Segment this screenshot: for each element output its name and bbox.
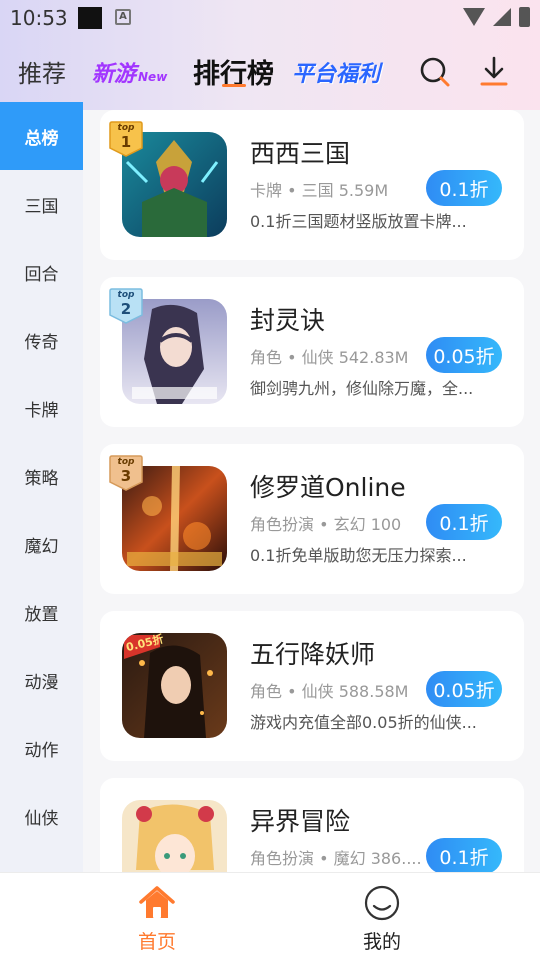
bottom-nav-home-label: 首页 bbox=[137, 931, 176, 953]
game-card[interactable]: 0.05折 五行降妖师 角色 • 仙侠 588.58M 游戏内充值全部0.05折… bbox=[100, 611, 524, 761]
game-name: 修罗道Online bbox=[250, 473, 406, 502]
sidebar-item-anime[interactable]: 动漫 bbox=[0, 646, 83, 714]
notification-a-icon: A bbox=[115, 9, 131, 25]
sidebar-item-idle[interactable]: 放置 bbox=[0, 578, 83, 646]
game-card[interactable]: top 2 封灵诀 角色 • 仙侠 542.83M 御剑骋九州，修仙除万魔，全.… bbox=[100, 277, 524, 427]
game-card[interactable]: top 1 西西三国 卡牌 • 三国 5.59M 0.1折三国题材竖版放置卡牌.… bbox=[100, 110, 524, 260]
status-time: 10:53 bbox=[10, 6, 68, 30]
rank-number: 2 bbox=[120, 300, 132, 318]
sidebar-item-fantasy[interactable]: 魔幻 bbox=[0, 510, 83, 578]
download-icon[interactable] bbox=[474, 52, 514, 92]
rank-badge: top 1 bbox=[108, 120, 144, 158]
bottom-nav: 首页 我的 bbox=[0, 872, 540, 960]
discount-button[interactable]: 0.05折 bbox=[426, 671, 502, 707]
sidebar-item-xianxia[interactable]: 仙侠 bbox=[0, 782, 83, 850]
home-icon bbox=[139, 886, 175, 918]
sidebar-item-action[interactable]: 动作 bbox=[0, 714, 83, 782]
game-card[interactable]: 异界冒险 角色扮演 • 魔幻 386.... 0.1折 bbox=[100, 778, 524, 872]
tab-new-games[interactable]: 新游 New bbox=[92, 56, 167, 88]
discount-button[interactable]: 0.1折 bbox=[426, 838, 502, 872]
game-card[interactable]: top 3 修罗道Online 角色扮演 • 玄幻 100 0.1折免单版助您无… bbox=[100, 444, 524, 594]
rank-badge: top 3 bbox=[108, 454, 144, 492]
status-icons bbox=[463, 7, 530, 27]
tab-recommend[interactable]: 推荐 bbox=[18, 54, 66, 89]
sidebar-item-strategy[interactable]: 策略 bbox=[0, 442, 83, 510]
game-list: top 1 西西三国 卡牌 • 三国 5.59M 0.1折三国题材竖版放置卡牌.… bbox=[100, 110, 524, 872]
rank-number: 3 bbox=[120, 467, 132, 485]
signal-icon bbox=[493, 8, 511, 26]
bottom-nav-home[interactable]: 首页 bbox=[97, 883, 217, 954]
discount-button[interactable]: 0.1折 bbox=[426, 170, 502, 206]
game-description: 0.1折三国题材竖版放置卡牌... bbox=[250, 212, 467, 231]
sidebar-item-turn-based[interactable]: 回合 bbox=[0, 238, 83, 306]
tab-new-games-label: 新游 bbox=[92, 62, 137, 87]
bottom-nav-profile[interactable]: 我的 bbox=[322, 883, 442, 954]
tab-platform-welfare[interactable]: 平台福利 bbox=[292, 56, 380, 88]
game-icon[interactable]: 0.05折 bbox=[122, 633, 227, 738]
category-sidebar: 总榜 三国 回合 传奇 卡牌 策略 魔幻 放置 动漫 动作 仙侠 bbox=[0, 102, 83, 872]
game-description: 御剑骋九州，修仙除万魔，全... bbox=[250, 379, 474, 398]
game-name: 五行降妖师 bbox=[250, 640, 376, 669]
rank-top-label: top bbox=[117, 123, 135, 133]
game-name: 异界冒险 bbox=[250, 807, 351, 836]
game-description: 游戏内充值全部0.05折的仙侠... bbox=[250, 713, 477, 732]
game-name: 西西三国 bbox=[250, 139, 351, 168]
game-icon[interactable] bbox=[122, 800, 227, 872]
sidebar-item-total[interactable]: 总榜 bbox=[0, 102, 83, 170]
discount-button[interactable]: 0.1折 bbox=[426, 504, 502, 540]
bottom-nav-profile-label: 我的 bbox=[362, 931, 401, 953]
sidebar-item-legend[interactable]: 传奇 bbox=[0, 306, 83, 374]
status-bar: 10:53 A bbox=[0, 0, 540, 36]
smile-icon bbox=[364, 885, 400, 921]
wifi-icon bbox=[463, 8, 485, 26]
game-name: 封灵诀 bbox=[250, 306, 326, 335]
notification-square-icon bbox=[78, 7, 102, 29]
tab-new-games-sup: New bbox=[138, 70, 168, 84]
discount-button[interactable]: 0.05折 bbox=[426, 337, 502, 373]
rank-number: 1 bbox=[120, 133, 132, 151]
game-description: 0.1折免单版助您无压力探索... bbox=[250, 546, 467, 565]
rank-badge: top 2 bbox=[108, 287, 144, 325]
tab-ranking-underline bbox=[222, 84, 246, 87]
rank-top-label: top bbox=[117, 290, 135, 300]
top-nav: 推荐 新游 New 排行榜 平台福利 bbox=[0, 44, 540, 100]
rank-top-label: top bbox=[117, 457, 135, 467]
sidebar-item-card[interactable]: 卡牌 bbox=[0, 374, 83, 442]
search-icon[interactable] bbox=[415, 52, 455, 92]
sidebar-item-sanguo[interactable]: 三国 bbox=[0, 170, 83, 238]
battery-icon bbox=[519, 7, 530, 27]
